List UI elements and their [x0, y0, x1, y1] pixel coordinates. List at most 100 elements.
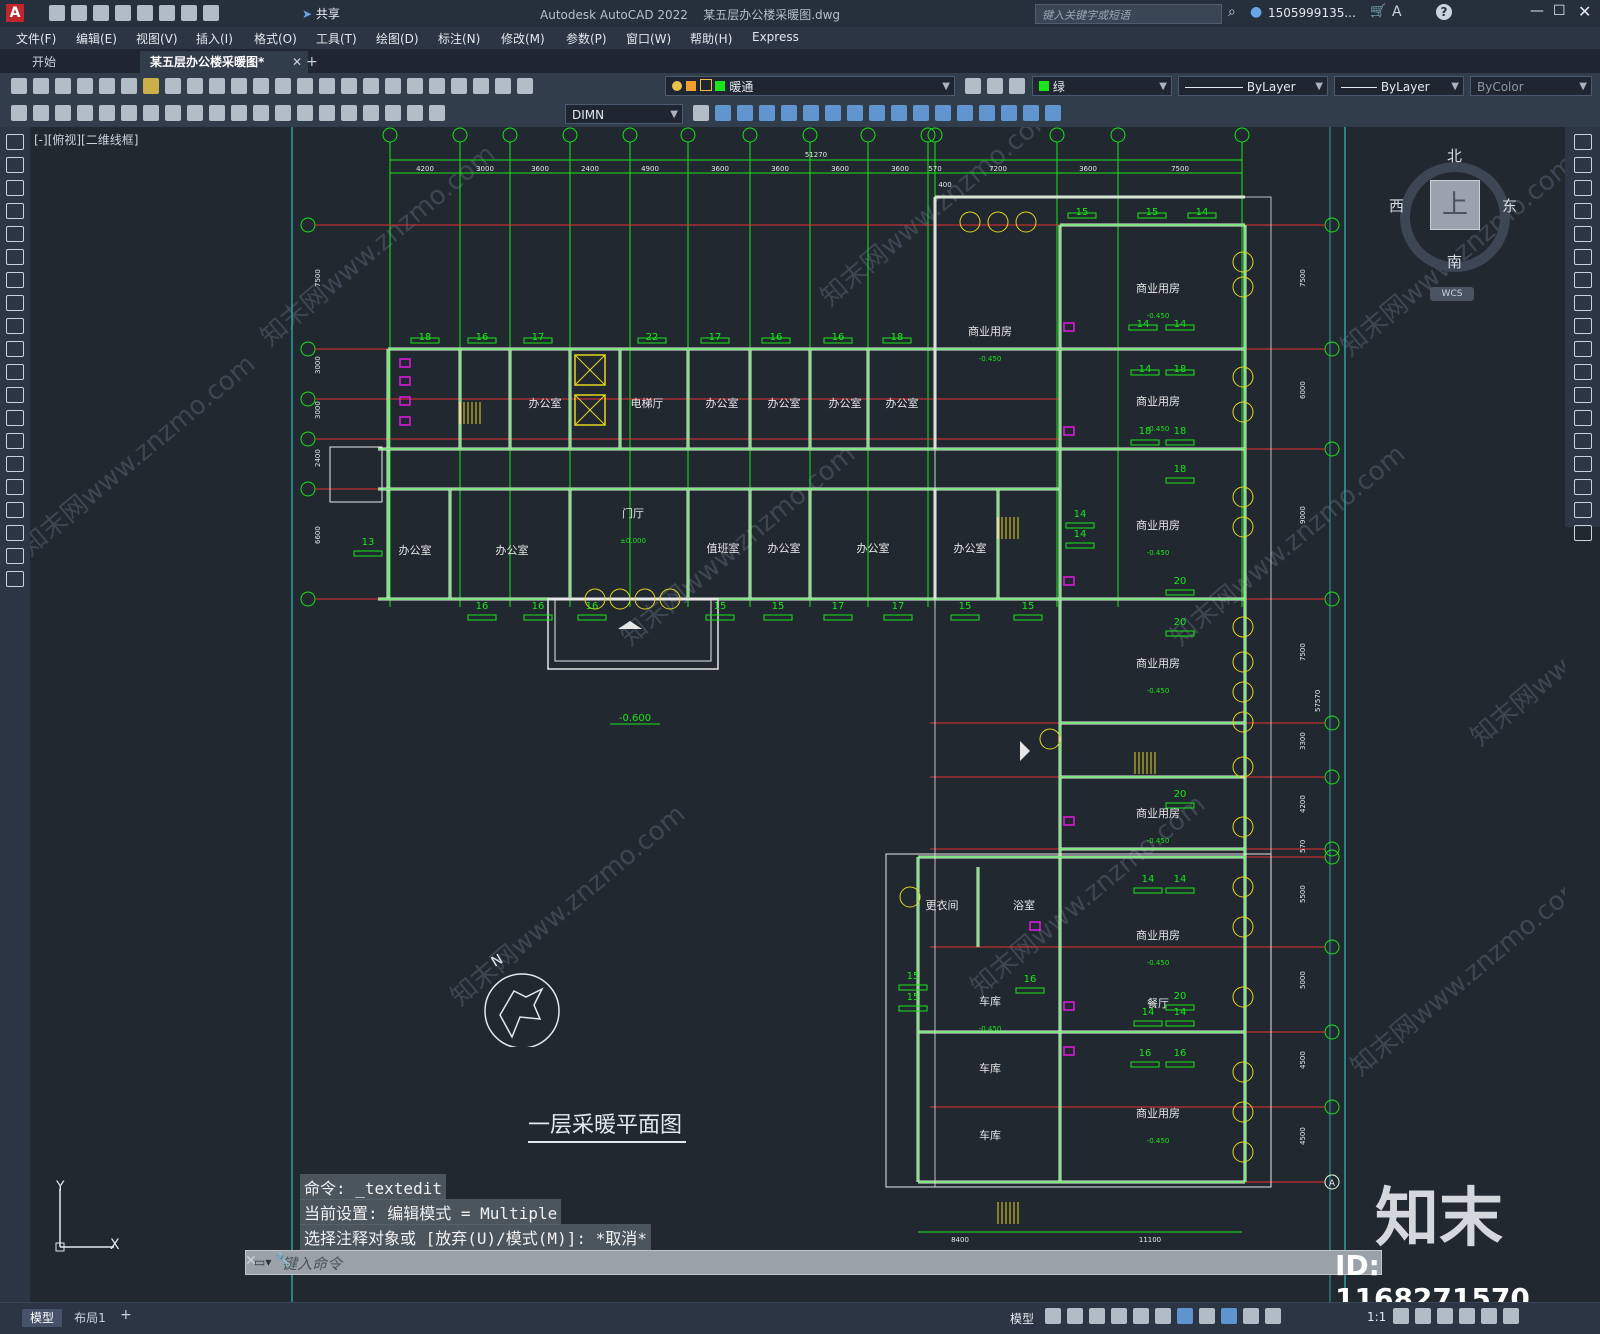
jogged-linear-icon[interactable]	[363, 105, 379, 121]
copy-icon[interactable]	[165, 78, 181, 94]
chamfer-icon[interactable]	[1001, 105, 1017, 121]
array-icon[interactable]	[803, 105, 819, 121]
designcenter-icon[interactable]	[385, 78, 401, 94]
dim-baseline-icon[interactable]	[209, 105, 225, 121]
ellipse-arc-icon[interactable]	[6, 364, 24, 380]
move-icon[interactable]	[1573, 249, 1592, 265]
new-icon[interactable]	[49, 5, 65, 21]
customize-icon[interactable]	[1503, 1308, 1519, 1324]
text-icon[interactable]	[6, 548, 24, 564]
menu-item[interactable]: 修改(M)	[501, 30, 545, 47]
dim-jogged-icon[interactable]	[121, 105, 137, 121]
dim-space-icon[interactable]	[253, 105, 269, 121]
tolerance-icon[interactable]	[297, 105, 313, 121]
menu-item[interactable]: 参数(P)	[566, 30, 607, 47]
layer-isolate-icon[interactable]	[1009, 78, 1025, 94]
annotation-scale[interactable]: 1:1	[1367, 1310, 1386, 1324]
line-icon[interactable]	[6, 134, 24, 150]
polar-icon[interactable]	[1111, 1308, 1127, 1324]
fillet-icon[interactable]	[1573, 479, 1592, 495]
drawing-canvas[interactable]: [-][俯视][二维线框] 知末网www.znzmo.com 知末网www.znz…	[30, 127, 1565, 1302]
cut-icon[interactable]	[143, 78, 159, 94]
viewcube-west[interactable]: 西	[1389, 195, 1404, 216]
plus-icon[interactable]	[1415, 1308, 1431, 1324]
menu-item[interactable]: 帮助(H)	[690, 30, 732, 47]
menu-item[interactable]: 插入(I)	[196, 30, 233, 47]
extend-icon[interactable]	[935, 105, 951, 121]
annotation-visibility-icon[interactable]	[1221, 1308, 1237, 1324]
dim-break-icon[interactable]	[275, 105, 291, 121]
plot-icon[interactable]	[77, 78, 93, 94]
add-layout-icon[interactable]: +	[120, 1307, 132, 1323]
menu-item[interactable]: 文件(F)	[16, 30, 56, 47]
menu-item[interactable]: 格式(O)	[254, 30, 297, 47]
search-icon[interactable]: ⌕	[1228, 4, 1236, 20]
snap-icon[interactable]	[1067, 1308, 1083, 1324]
blend-icon[interactable]	[1573, 502, 1592, 518]
polyline-icon[interactable]	[6, 157, 24, 173]
save-icon[interactable]	[93, 5, 109, 21]
menu-item[interactable]: 工具(T)	[316, 30, 357, 47]
move-icon[interactable]	[825, 105, 841, 121]
make-block-icon[interactable]	[6, 410, 24, 426]
table-icon[interactable]	[6, 525, 24, 541]
share-button[interactable]: ➤ 共享	[302, 5, 340, 22]
menu-item[interactable]: Express	[752, 30, 799, 44]
arc-icon[interactable]	[6, 249, 24, 265]
dim-continue-icon[interactable]	[231, 105, 247, 121]
hatch-icon[interactable]	[6, 456, 24, 472]
paste-icon[interactable]	[187, 78, 203, 94]
dim-arc-icon[interactable]	[55, 105, 71, 121]
undo-icon[interactable]	[231, 78, 247, 94]
layer-dropdown[interactable]: 暖通 ▼	[665, 76, 955, 96]
viewcube-north[interactable]: 北	[1447, 145, 1462, 166]
ortho-icon[interactable]	[1089, 1308, 1105, 1324]
layer-previous-icon[interactable]	[965, 78, 981, 94]
cart-icon[interactable]: 🛒	[1370, 4, 1386, 19]
mirror-icon[interactable]	[759, 105, 775, 121]
zoom-window-icon[interactable]	[319, 78, 335, 94]
user-icon[interactable]: ●	[1250, 4, 1262, 20]
dim-ordinate-icon[interactable]	[77, 105, 93, 121]
hardware-accel-icon[interactable]	[1437, 1308, 1453, 1324]
minimize-icon[interactable]: —	[1530, 3, 1544, 19]
rectangle-icon[interactable]	[6, 226, 24, 242]
chamfer-icon[interactable]	[1573, 456, 1592, 472]
scale-icon[interactable]	[1573, 295, 1592, 311]
redo-icon[interactable]	[253, 78, 269, 94]
lineweight-icon[interactable]	[1199, 1308, 1215, 1324]
dim-diameter-icon[interactable]	[143, 105, 159, 121]
dimstyle-dropdown[interactable]: DIMN ▼	[565, 104, 683, 124]
publish-icon[interactable]	[121, 78, 137, 94]
tab-drawing[interactable]: 某五层办公楼采暖图* ✕	[140, 51, 308, 73]
erase-icon[interactable]	[715, 105, 731, 121]
layer-match-icon[interactable]	[987, 78, 1003, 94]
rotate-icon[interactable]	[847, 105, 863, 121]
circle-arc-icon[interactable]	[6, 180, 24, 196]
menu-item[interactable]: 视图(V)	[136, 30, 178, 47]
quick-dim-icon[interactable]	[187, 105, 203, 121]
command-customize-icon[interactable]: 🔧	[275, 1253, 291, 1268]
properties-icon[interactable]	[363, 78, 379, 94]
dim-text-edit-icon[interactable]	[407, 105, 423, 121]
join-icon[interactable]	[1573, 433, 1592, 449]
help-icon[interactable]	[495, 78, 511, 94]
offset-icon[interactable]	[781, 105, 797, 121]
wcs-menu[interactable]: WCS	[1430, 287, 1474, 301]
menu-item[interactable]: 窗口(W)	[626, 30, 671, 47]
dim-radius-icon[interactable]	[99, 105, 115, 121]
annotation-scale-icon[interactable]	[1265, 1308, 1281, 1324]
layer-manager-icon[interactable]	[517, 78, 533, 94]
gradient-icon[interactable]	[6, 479, 24, 495]
app-menu-icon[interactable]: A	[6, 4, 24, 22]
open-icon[interactable]	[71, 5, 87, 21]
linetype-dropdown[interactable]: ByLayer ▼	[1178, 76, 1328, 96]
dim-aligned-icon[interactable]	[33, 105, 49, 121]
break-icon[interactable]	[1573, 410, 1592, 426]
isodraft-icon[interactable]	[1133, 1308, 1149, 1324]
plot-icon[interactable]	[137, 5, 153, 21]
polygon-icon[interactable]	[6, 203, 24, 219]
offset-icon[interactable]	[1573, 203, 1592, 219]
settings-icon[interactable]	[1393, 1308, 1409, 1324]
zoom-icon[interactable]	[297, 78, 313, 94]
